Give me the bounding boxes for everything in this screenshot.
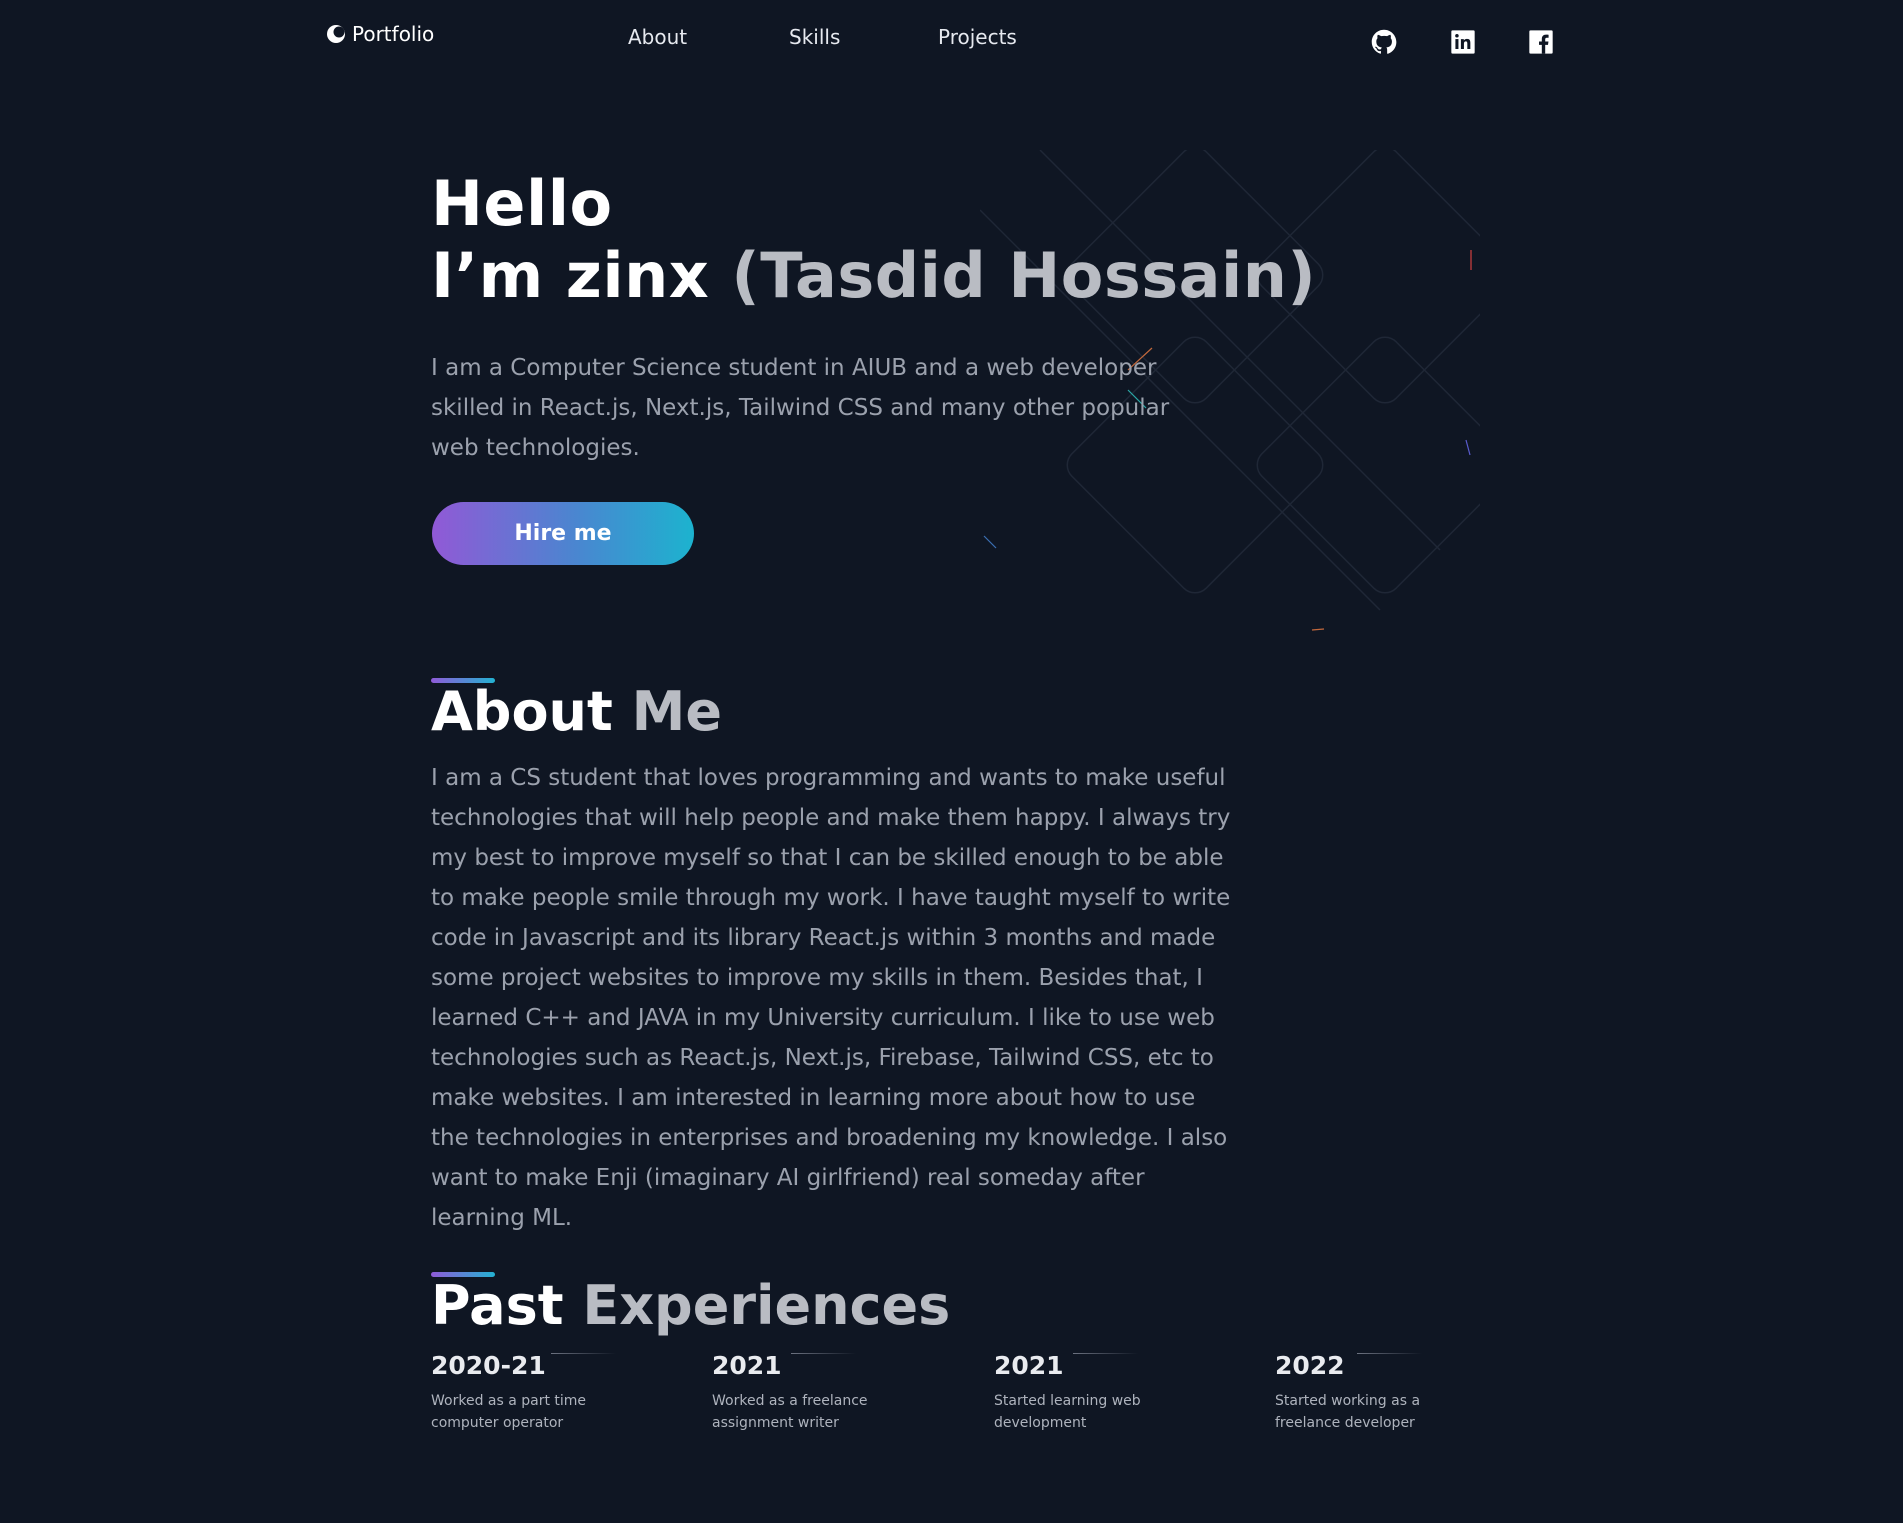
about-title: About Me [431,680,722,744]
page: Portfolio About Skills Projects Hello I’… [0,0,1903,1523]
brand-link[interactable]: Portfolio [326,22,434,46]
hero-intro-line: I’m zinx (Tasdid Hossain) [431,240,1316,312]
hero-description: I am a Computer Science student in AIUB … [431,355,1170,461]
logo-icon [327,25,345,43]
timeline-connector [1357,1353,1422,1354]
experience-item: 2021 Started learning web development [994,1348,1254,1434]
navbar: Portfolio About Skills Projects [0,0,1903,72]
experience-description: Started working as a freelance developer [1275,1393,1421,1431]
experiences-title: Past Experiences [431,1274,950,1338]
linkedin-link[interactable] [1449,28,1477,56]
about-title-part2: Me [631,680,722,743]
nav-link-skills[interactable]: Skills [789,25,840,49]
experience-description: Started learning web development [994,1393,1141,1431]
experiences-title-part2: Experiences [582,1274,951,1337]
github-icon [1371,29,1397,54]
experience-description: Worked as a freelance assignment writer [712,1393,868,1431]
facebook-link[interactable] [1527,28,1555,56]
brand-label: Portfolio [352,22,435,46]
experience-description: Worked as a part time computer operator [431,1393,587,1431]
hero-greeting: Hello [431,167,613,240]
linkedin-icon [1451,30,1475,54]
about-title-part1: About [431,680,632,743]
about-text: I am a CS student that loves programming… [431,765,1231,1231]
timeline-connector [551,1353,616,1354]
hero-title: Hello I’m zinx (Tasdid Hossain) [431,168,1316,312]
experience-item: 2020-21 Worked as a part time computer o… [431,1348,691,1434]
hire-me-button[interactable]: Hire me [432,502,694,565]
experience-item: 2022 Started working as a freelance deve… [1275,1348,1535,1434]
nav-link-projects[interactable]: Projects [938,25,1017,49]
facebook-icon [1529,30,1553,54]
timeline-connector [791,1353,856,1354]
experiences-title-part1: Past [431,1274,583,1337]
hero-real-name: (Tasdid Hossain) [731,239,1317,312]
github-link[interactable] [1370,28,1398,56]
nav-link-about[interactable]: About [628,25,687,49]
timeline-connector [1073,1353,1138,1354]
social-links [1368,28,1558,58]
hero-nickname: I’m zinx [431,239,732,312]
experience-timeline: 2020-21 Worked as a part time computer o… [431,1348,1481,1448]
experience-item: 2021 Worked as a freelance assignment wr… [712,1348,972,1434]
